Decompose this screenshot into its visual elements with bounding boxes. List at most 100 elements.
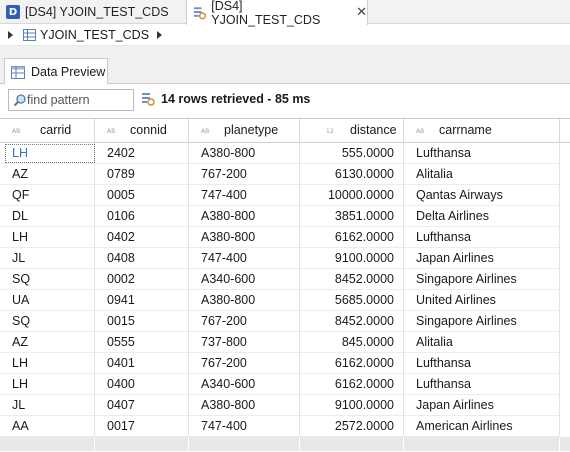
breadcrumb-item[interactable]: YJOIN_TEST_CDS <box>40 28 149 42</box>
table-cell-connid[interactable]: 0402 <box>95 227 189 248</box>
column-header-carrname[interactable]: AB carrname <box>404 119 560 143</box>
table-cell-connid[interactable]: 2402 <box>95 143 189 164</box>
table-cell-distance[interactable]: 8452.0000 <box>300 311 404 332</box>
table-cell-connid[interactable]: 0005 <box>95 185 189 206</box>
tab-data-preview[interactable]: Data Preview <box>4 58 108 85</box>
table-cell-carrid[interactable]: AZ <box>0 332 95 353</box>
table-cell-planetype[interactable]: 767-200 <box>189 353 300 374</box>
table-row[interactable]: JL 0408 747-400 9100.0000 Japan Airlines <box>0 248 570 269</box>
table-cell-carrid[interactable]: AA <box>0 416 95 437</box>
table-cell-connid[interactable]: 0017 <box>95 416 189 437</box>
table-cell-distance[interactable]: 845.0000 <box>300 332 404 353</box>
table-cell-connid[interactable]: 0400 <box>95 374 189 395</box>
panel-gap <box>0 46 570 58</box>
column-header-distance[interactable]: 12 distance <box>300 119 404 143</box>
table-row[interactable]: LH 0402 A380-800 6162.0000 Lufthansa <box>0 227 570 248</box>
table-cell-connid[interactable]: 0106 <box>95 206 189 227</box>
table-row[interactable]: AA 0017 747-400 2572.0000 American Airlines <box>0 416 570 437</box>
editor-tab-query[interactable]: [DS4] YJOIN_TEST_CDS ✕ <box>186 0 368 27</box>
chevron-right-icon[interactable] <box>8 30 13 39</box>
table-row[interactable]: AZ 0555 737-800 845.0000 Alitalia <box>0 332 570 353</box>
table-cell-planetype[interactable]: A380-800 <box>189 143 300 164</box>
table-cell-carrname[interactable]: Alitalia <box>404 164 560 185</box>
table-row[interactable]: LH 0400 A340-600 6162.0000 Lufthansa <box>0 374 570 395</box>
table-cell-carrid[interactable]: SQ <box>0 311 95 332</box>
table-cell-distance[interactable]: 10000.0000 <box>300 185 404 206</box>
table-cell-carrname[interactable]: Lufthansa <box>404 353 560 374</box>
table-cell-distance[interactable]: 555.0000 <box>300 143 404 164</box>
table-cell-carrid[interactable]: UA <box>0 290 95 311</box>
table-row[interactable]: QF 0005 747-400 10000.0000 Qantas Airways <box>0 185 570 206</box>
table-cell-connid[interactable]: 0941 <box>95 290 189 311</box>
search-input[interactable] <box>27 93 127 107</box>
table-cell-planetype[interactable]: 737-800 <box>189 332 300 353</box>
table-cell-distance[interactable]: 6162.0000 <box>300 353 404 374</box>
table-cell-planetype[interactable]: A380-800 <box>189 206 300 227</box>
table-cell-planetype[interactable]: A340-600 <box>189 374 300 395</box>
table-cell-connid[interactable]: 0015 <box>95 311 189 332</box>
table-cell-planetype[interactable]: 747-400 <box>189 248 300 269</box>
table-cell-carrid[interactable]: QF <box>0 185 95 206</box>
editor-tab-ds[interactable]: D [DS4] YJOIN_TEST_CDS <box>0 0 186 24</box>
table-cell-distance[interactable]: 3851.0000 <box>300 206 404 227</box>
table-cell-carrid[interactable]: JL <box>0 395 95 416</box>
table-cell-connid[interactable]: 0407 <box>95 395 189 416</box>
close-icon[interactable]: ✕ <box>356 5 367 20</box>
table-cell-distance[interactable]: 8452.0000 <box>300 269 404 290</box>
table-cell-connid[interactable]: 0555 <box>95 332 189 353</box>
table-cell-carrname[interactable]: Qantas Airways <box>404 185 560 206</box>
column-header-carrid[interactable]: AB carrid <box>0 119 95 143</box>
table-cell-carrname[interactable]: Lufthansa <box>404 143 560 164</box>
table-cell-planetype[interactable]: A380-800 <box>189 395 300 416</box>
status-text: 14 rows retrieved - 85 ms <box>161 92 311 106</box>
column-header-connid[interactable]: AB connid <box>95 119 189 143</box>
table-cell-connid[interactable]: 0401 <box>95 353 189 374</box>
table-cell-carrname[interactable]: Lufthansa <box>404 374 560 395</box>
table-cell-carrname[interactable]: United Airlines <box>404 290 560 311</box>
table-cell-planetype[interactable]: A340-600 <box>189 269 300 290</box>
table-cell-planetype[interactable]: A380-800 <box>189 290 300 311</box>
table-cell-carrname[interactable]: Japan Airlines <box>404 248 560 269</box>
grid-header: AB carrid AB connid AB planetype 12 dist… <box>0 119 570 143</box>
table-cell-carrid[interactable]: DL <box>0 206 95 227</box>
table-row[interactable]: UA 0941 A380-800 5685.0000 United Airlines <box>0 290 570 311</box>
table-cell-carrid[interactable]: SQ <box>0 269 95 290</box>
table-cell-distance[interactable]: 2572.0000 <box>300 416 404 437</box>
table-cell-carrname[interactable]: Alitalia <box>404 332 560 353</box>
table-row[interactable]: JL 0407 A380-800 9100.0000 Japan Airlines <box>0 395 570 416</box>
table-cell-carrname[interactable]: Lufthansa <box>404 227 560 248</box>
table-row[interactable]: DL 0106 A380-800 3851.0000 Delta Airlines <box>0 206 570 227</box>
table-cell-planetype[interactable]: 767-200 <box>189 164 300 185</box>
table-cell-connid[interactable]: 0408 <box>95 248 189 269</box>
table-row[interactable]: SQ 0002 A340-600 8452.0000 Singapore Airline… <box>0 269 570 290</box>
table-cell-connid[interactable]: 0789 <box>95 164 189 185</box>
table-cell-carrid[interactable]: LH <box>0 227 95 248</box>
table-cell-distance[interactable]: 6162.0000 <box>300 227 404 248</box>
table-cell-planetype[interactable]: 747-400 <box>189 416 300 437</box>
table-row[interactable]: SQ 0015 767-200 8452.0000 Singapore Airlines <box>0 311 570 332</box>
table-row[interactable]: AZ 0789 767-200 6130.0000 Alitalia <box>0 164 570 185</box>
table-row[interactable]: LH 2402 A380-800 555.0000 Lufthansa <box>0 143 570 164</box>
table-cell-carrid[interactable]: LH <box>0 353 95 374</box>
table-cell-carrname[interactable]: American Airlines <box>404 416 560 437</box>
table-cell-distance[interactable]: 9100.0000 <box>300 395 404 416</box>
chevron-right-icon[interactable] <box>157 30 163 39</box>
text-type-icon: AB <box>416 128 425 135</box>
table-cell-carrid[interactable]: LH <box>0 374 95 395</box>
table-cell-carrid[interactable]: JL <box>0 248 95 269</box>
table-cell-carrname[interactable]: Japan Airlines <box>404 395 560 416</box>
table-cell-carrid[interactable]: AZ <box>0 164 95 185</box>
table-cell-carrname[interactable]: Singapore Airlines <box>404 311 560 332</box>
table-cell-distance[interactable]: 9100.0000 <box>300 248 404 269</box>
table-cell-planetype[interactable]: 747-400 <box>189 185 300 206</box>
table-cell-carrname[interactable]: Singapore Airlines <box>404 269 560 290</box>
table-cell-connid[interactable]: 0002 <box>95 269 189 290</box>
table-cell-distance[interactable]: 5685.0000 <box>300 290 404 311</box>
table-row[interactable]: LH 0401 767-200 6162.0000 Lufthansa <box>0 353 570 374</box>
table-cell-planetype[interactable]: A380-800 <box>189 227 300 248</box>
table-cell-distance[interactable]: 6130.0000 <box>300 164 404 185</box>
table-cell-carrname[interactable]: Delta Airlines <box>404 206 560 227</box>
table-cell-planetype[interactable]: 767-200 <box>189 311 300 332</box>
table-cell-distance[interactable]: 6162.0000 <box>300 374 404 395</box>
column-header-planetype[interactable]: AB planetype <box>189 119 300 143</box>
